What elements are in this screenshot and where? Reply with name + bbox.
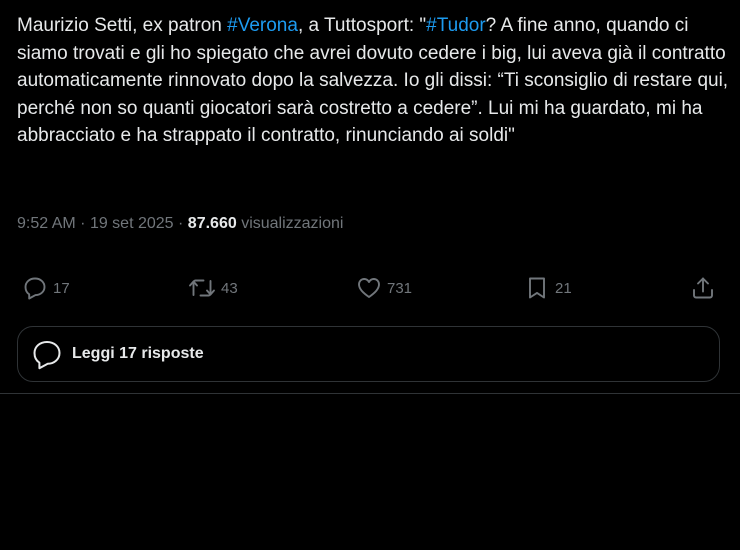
bookmark-icon [529, 277, 545, 299]
hashtag-link-verona[interactable]: #Verona [227, 15, 298, 36]
reply-bubble-icon [33, 341, 61, 370]
tweet-text-part: , a Tuttosport: " [297, 15, 427, 36]
tweet-date[interactable]: 19 set 2025 [90, 215, 174, 232]
reply-count: 17 [53, 279, 70, 297]
tweet-meta: 9:52 AM · 19 set 2025 · 87.660 visualizz… [17, 212, 343, 236]
bookmark-count: 21 [555, 279, 572, 297]
reply-button[interactable]: 17 [22, 270, 70, 306]
like-button[interactable]: 731 [356, 270, 412, 306]
retweet-count: 43 [221, 279, 238, 297]
heart-icon [358, 278, 380, 298]
tweet-time[interactable]: 9:52 AM [17, 215, 76, 232]
tweet-actions: 17 43 731 21 [0, 270, 740, 306]
reply-icon [24, 277, 46, 300]
read-replies-button[interactable]: Leggi 17 risposte [17, 326, 720, 382]
tweet-text: Maurizio Setti, ex patron #Verona, a Tut… [17, 12, 729, 150]
bookmark-button[interactable]: 21 [524, 270, 572, 306]
hashtag-link-tudor[interactable]: #Tudor [426, 15, 486, 36]
tweet: Maurizio Setti, ex patron #Verona, a Tut… [0, 0, 740, 394]
like-count: 731 [387, 279, 413, 297]
views-count: 87.660 [187, 215, 237, 232]
meta-separator: · [178, 215, 184, 232]
views-label: visualizzazioni [241, 215, 344, 232]
tweet-text-part: Maurizio Setti, ex patron [17, 15, 228, 36]
retweet-icon [189, 279, 215, 297]
share-icon [693, 277, 713, 299]
retweet-button[interactable]: 43 [188, 270, 238, 306]
meta-separator: · [80, 215, 86, 232]
share-button[interactable] [690, 270, 716, 306]
read-replies-label: Leggi 17 risposte [72, 345, 204, 362]
